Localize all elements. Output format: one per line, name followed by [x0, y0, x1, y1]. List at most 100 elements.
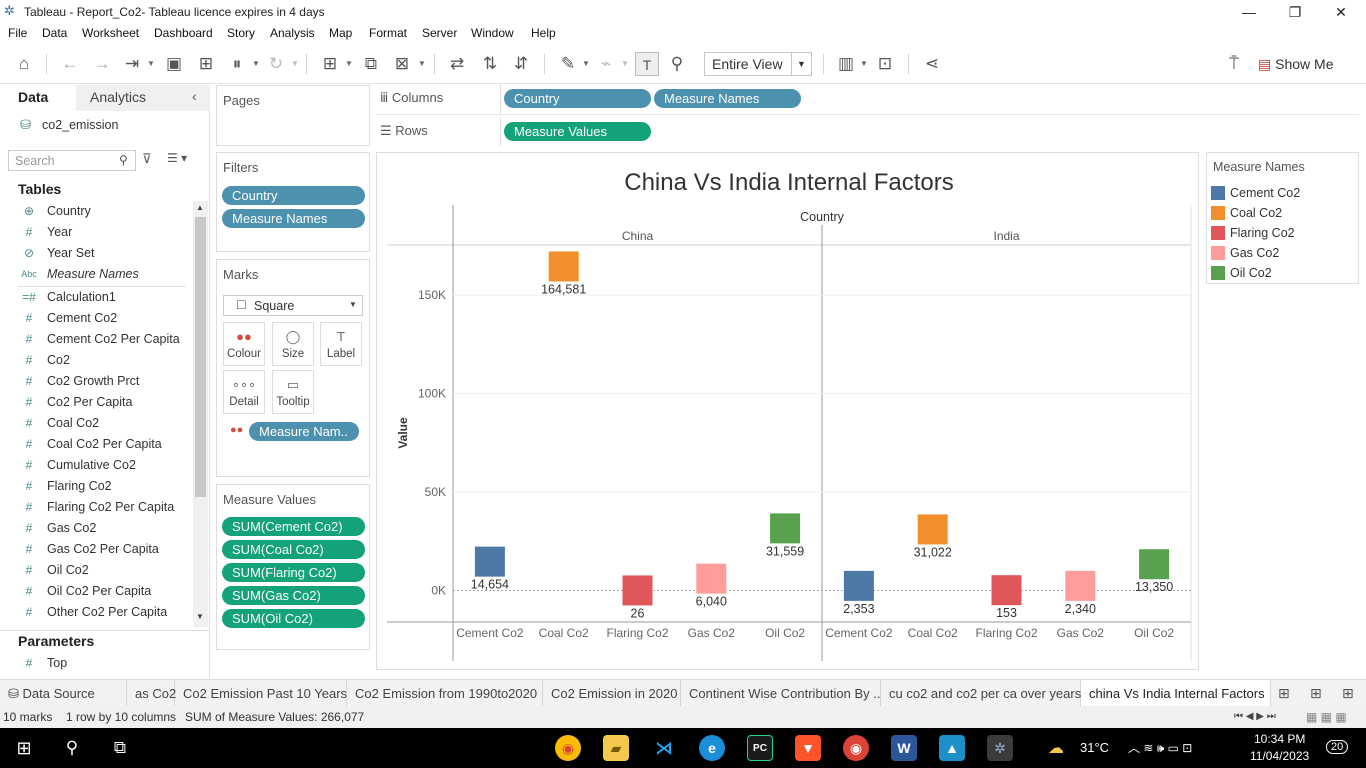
- notification-badge[interactable]: 20: [1326, 740, 1349, 754]
- minimize-button[interactable]: —: [1226, 2, 1272, 22]
- field-item[interactable]: # Cumulative Co2: [0, 455, 190, 476]
- menu-format[interactable]: Format: [369, 26, 407, 40]
- field-item[interactable]: # Co2: [0, 350, 190, 371]
- tab-data[interactable]: Data: [0, 85, 76, 111]
- columns-shelf[interactable]: ⅲ Columns Country Measure Names: [376, 85, 1359, 113]
- replay-icon[interactable]: ⇥: [120, 52, 144, 76]
- colour-button[interactable]: ●● Colour: [223, 322, 265, 366]
- tooltip-button[interactable]: ▭ Tooltip: [272, 370, 314, 414]
- new-datasource-icon[interactable]: ⊞: [194, 52, 218, 76]
- sort-descending-icon[interactable]: ⇵: [509, 52, 533, 76]
- show-me-button[interactable]: ▤ Show Me: [1258, 52, 1358, 76]
- swap-icon[interactable]: ⇄: [445, 52, 469, 76]
- menu-story[interactable]: Story: [227, 26, 255, 40]
- group-icon[interactable]: ⌁: [594, 52, 618, 76]
- datasource-name[interactable]: co2_emission: [42, 118, 118, 132]
- menu-dashboard[interactable]: Dashboard: [154, 26, 213, 40]
- refresh-icon[interactable]: ↻: [264, 52, 288, 76]
- filters-card[interactable]: Filters Country Measure Names: [216, 152, 370, 252]
- field-item[interactable]: Abc Measure Names: [0, 264, 190, 285]
- field-item[interactable]: # Cement Co2 Per Capita: [0, 329, 190, 350]
- field-list-scrollbar[interactable]: ▲ ▼: [193, 201, 208, 627]
- clock-time[interactable]: 10:34 PM: [1254, 732, 1305, 746]
- close-button[interactable]: ✕: [1318, 2, 1364, 22]
- search-icon[interactable]: ⚲: [59, 735, 85, 761]
- chrome-icon[interactable]: ◉: [555, 735, 581, 761]
- measure-pill-flaring[interactable]: SUM(Flaring Co2): [222, 563, 365, 582]
- field-item[interactable]: # Co2 Per Capita: [0, 392, 190, 413]
- word-icon[interactable]: W: [891, 735, 917, 761]
- menu-window[interactable]: Window: [471, 26, 514, 40]
- colour-pill-measure-names[interactable]: Measure Nam..: [249, 422, 359, 441]
- sheet-tab[interactable]: Co2 Emission in 2020: [543, 680, 681, 707]
- menu-help[interactable]: Help: [531, 26, 556, 40]
- clear-sheet-icon[interactable]: ⊠: [390, 52, 414, 76]
- view-list-icon[interactable]: ☰ ▾: [167, 151, 187, 165]
- field-item[interactable]: # Oil Co2: [0, 560, 190, 581]
- field-item[interactable]: ⊕ Country: [0, 201, 190, 222]
- sort-ascending-icon[interactable]: ⇅: [478, 52, 502, 76]
- pages-card[interactable]: Pages: [216, 85, 370, 146]
- cards-icon[interactable]: ▥: [834, 52, 858, 76]
- field-item[interactable]: # Flaring Co2 Per Capita: [0, 497, 190, 518]
- sheet-tab[interactable]: Continent Wise Contribution By ...: [681, 680, 881, 707]
- highlight-icon[interactable]: ✎: [556, 52, 580, 76]
- menu-server[interactable]: Server: [422, 26, 457, 40]
- columns-pill-measure-names[interactable]: Measure Names: [654, 89, 801, 108]
- field-item[interactable]: # Flaring Co2: [0, 476, 190, 497]
- measure-pill-oil[interactable]: SUM(Oil Co2): [222, 609, 365, 628]
- tableau-taskbar-icon[interactable]: ✲: [987, 735, 1013, 761]
- menu-analysis[interactable]: Analysis: [270, 26, 315, 40]
- save-icon[interactable]: ▣: [162, 52, 186, 76]
- chrome-profile-icon[interactable]: ◉: [843, 735, 869, 761]
- filter-icon[interactable]: ⊽: [142, 151, 152, 167]
- measure-pill-cement[interactable]: SUM(Cement Co2): [222, 517, 365, 536]
- rows-shelf[interactable]: ☰ Rows Measure Values: [376, 118, 1359, 146]
- new-story-icon[interactable]: ⊞: [1342, 685, 1354, 702]
- measure-values-card[interactable]: Measure Values SUM(Cement Co2) SUM(Coal …: [216, 484, 370, 650]
- menu-data[interactable]: Data: [42, 26, 67, 40]
- chevron-down-icon[interactable]: ▼: [252, 52, 262, 76]
- tab-analytics[interactable]: Analytics ‹: [76, 85, 210, 111]
- chevron-up-icon[interactable]: ▲: [196, 203, 204, 212]
- field-item[interactable]: # Co2 Growth Prct: [0, 371, 190, 392]
- share-icon[interactable]: ⋖: [920, 52, 944, 76]
- size-button[interactable]: ◯ Size: [272, 322, 314, 366]
- mark-type-dropdown[interactable]: ☐ Square ▼: [223, 295, 363, 316]
- menu-file[interactable]: File: [8, 26, 27, 40]
- brave-icon[interactable]: ▼: [795, 735, 821, 761]
- new-worksheet-icon[interactable]: ⊞: [1278, 685, 1290, 702]
- show-labels-icon[interactable]: T: [635, 52, 659, 76]
- pause-updates-icon[interactable]: ⏸: [225, 52, 249, 76]
- chart[interactable]: China Vs India Internal Factors Country …: [377, 153, 1200, 671]
- sheet-tab[interactable]: cu co2 and co2 per ca over years: [881, 680, 1081, 707]
- presentation-icon[interactable]: ⊡: [873, 52, 897, 76]
- menu-worksheet[interactable]: Worksheet: [82, 26, 139, 40]
- rows-pill-measure-values[interactable]: Measure Values: [504, 122, 651, 141]
- legend-card[interactable]: Measure Names Cement Co2 Coal Co2 Flarin…: [1206, 152, 1359, 284]
- field-item[interactable]: # Gas Co2: [0, 518, 190, 539]
- tab-data-source[interactable]: ⛁ Data Source: [0, 680, 127, 707]
- chevron-down-icon[interactable]: ▼: [621, 52, 631, 76]
- file-explorer-icon[interactable]: ▰: [603, 735, 629, 761]
- clock-date[interactable]: 11/04/2023: [1250, 749, 1309, 763]
- chevron-down-icon[interactable]: ▼: [582, 52, 592, 76]
- chevron-down-icon[interactable]: ▼: [418, 52, 428, 76]
- field-item[interactable]: # Cement Co2: [0, 308, 190, 329]
- photos-icon[interactable]: ▲: [939, 735, 965, 761]
- fit-dropdown[interactable]: Entire View ▼: [704, 52, 812, 76]
- sheet-navigation-icon[interactable]: ⏮ ◀ ▶ ⏭: [1234, 706, 1276, 728]
- restore-button[interactable]: ❐: [1272, 2, 1318, 22]
- vscode-icon[interactable]: ⋊: [651, 735, 677, 761]
- home-icon[interactable]: ⌂: [12, 52, 36, 76]
- label-button[interactable]: T Label: [320, 322, 362, 366]
- field-item[interactable]: ⊘ Year Set: [0, 243, 190, 264]
- measure-pill-gas[interactable]: SUM(Gas Co2): [222, 586, 365, 605]
- field-item[interactable]: =# Calculation1: [0, 287, 190, 308]
- worksheet-view[interactable]: China Vs India Internal Factors Country …: [376, 152, 1199, 670]
- windows-start-icon[interactable]: ⊞: [11, 735, 37, 761]
- new-dashboard-icon[interactable]: ⊞: [1310, 685, 1322, 702]
- weather-temp[interactable]: 31°C: [1080, 740, 1109, 755]
- field-item[interactable]: # Coal Co2: [0, 413, 190, 434]
- measure-pill-coal[interactable]: SUM(Coal Co2): [222, 540, 365, 559]
